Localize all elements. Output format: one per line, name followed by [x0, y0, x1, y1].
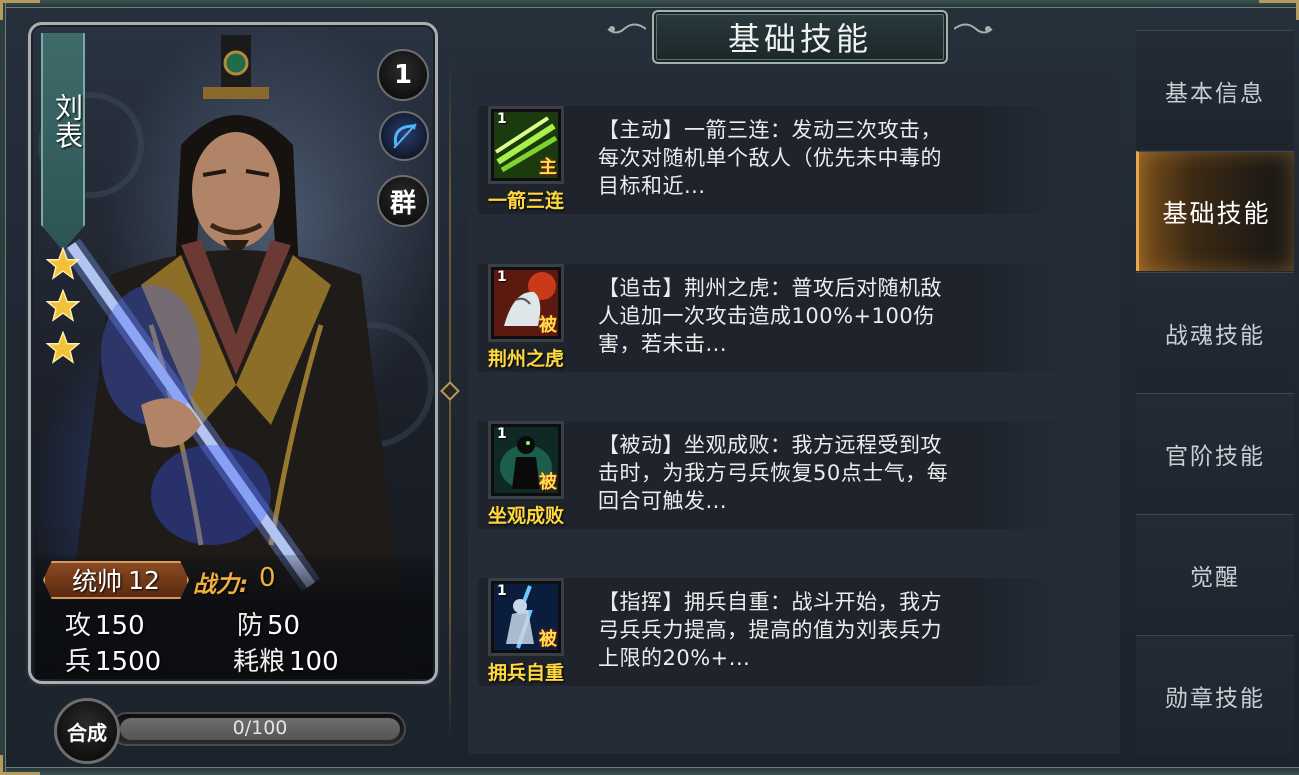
- skill-description: 【主动】一箭三连：发动三次攻击，每次对随机单个敌人（优先未中毒的目标和近...: [598, 118, 942, 198]
- tab-column: 基本信息 基础技能 战魂技能 官阶技能 觉醒 勋章技能: [1136, 30, 1294, 758]
- skill-icon-frame: 1 被: [488, 264, 564, 342]
- skill-name: 拥兵自重: [487, 662, 564, 684]
- tab-awaken[interactable]: 觉醒: [1136, 514, 1294, 634]
- corner-ornament: [0, 0, 40, 20]
- shadow-warrior-icon[interactable]: 1 被 坐观成败: [478, 421, 572, 527]
- skill-level: 1: [497, 426, 507, 442]
- section-title-plate: 基础技能: [652, 10, 948, 64]
- skill-type-tag: 被: [539, 315, 557, 336]
- stat-attack: 攻 150: [65, 611, 145, 641]
- skill-row[interactable]: 1 主 一箭三连 【主动】一箭三连：发动三次攻击，每次对随机单个敌人（优先未中毒…: [478, 106, 1070, 214]
- skills-panel: 1 主 一箭三连 【主动】一箭三连：发动三次攻击，每次对随机单个敌人（优先未中毒…: [468, 72, 1120, 754]
- bow-icon: [379, 111, 429, 161]
- star-icon: [46, 331, 80, 364]
- stat-defense: 防 50: [237, 611, 301, 641]
- skill-type-tag: 被: [539, 629, 557, 650]
- hero-level-badge: 1: [377, 49, 429, 101]
- frame-bottom-border: [0, 767, 1299, 775]
- corner-ornament: [0, 755, 40, 775]
- skill-level: 1: [497, 111, 507, 127]
- stat-food-cost: 耗粮 100: [233, 647, 339, 677]
- game-screen: { "hero": { "name": "刘表", "level": "1", …: [0, 0, 1299, 775]
- tab-basic-skills[interactable]: 基础技能: [1136, 151, 1294, 271]
- synth-button[interactable]: 合成: [54, 698, 120, 764]
- star-icon: [46, 247, 80, 280]
- skill-type-tag: 主: [539, 157, 557, 178]
- arrow-volley-icon[interactable]: 1 主 一箭三连: [478, 106, 572, 212]
- stat-troops: 兵 1500: [65, 647, 162, 677]
- skill-description: 【指挥】拥兵自重：战斗开始，我方弓兵兵力提高，提高的值为刘表兵力上限的20%+.…: [598, 590, 942, 670]
- title-left-ornament: [607, 23, 646, 34]
- power-label: 战力:: [193, 572, 249, 598]
- lightning-soldier-icon[interactable]: 1 被 拥兵自重: [478, 578, 572, 684]
- skill-type-tag: 被: [539, 472, 557, 493]
- hero-name: 刘表: [51, 93, 84, 149]
- skill-icon-frame: 1 主: [488, 106, 564, 184]
- hero-faction-badge: 群: [377, 175, 429, 227]
- white-tiger-icon[interactable]: 1 被 荆州之虎: [478, 264, 572, 370]
- hero-name-banner: 刘表: [41, 33, 85, 251]
- star-icon: [46, 289, 80, 322]
- skill-level: 1: [497, 583, 507, 599]
- divider-gem-ornament: [440, 381, 460, 401]
- tab-rank-skills[interactable]: 官阶技能: [1136, 393, 1294, 513]
- tab-war-soul-skills[interactable]: 战魂技能: [1136, 272, 1294, 392]
- skill-level: 1: [497, 269, 507, 285]
- skill-name: 坐观成败: [487, 505, 564, 527]
- rank-badge: 统帅 12: [43, 561, 189, 599]
- rank-value: 12: [128, 565, 160, 595]
- skill-row[interactable]: 1 被 坐观成败 【被动】坐观成败：我方远程受到攻击时，为我方弓兵恢复50点士气…: [478, 421, 1070, 529]
- section-title: 基础技能: [727, 20, 872, 58]
- frame-left-border: [0, 0, 6, 775]
- title-right-ornament: [954, 23, 993, 34]
- skill-name: 一箭三连: [487, 190, 564, 212]
- power-value: 0: [259, 563, 276, 593]
- corner-ornament: [1259, 0, 1299, 20]
- rank-label: 统帅: [72, 567, 123, 596]
- skill-name: 荆州之虎: [487, 348, 564, 370]
- hero-stats-panel: 统帅 12 战力: 0 攻 150 防 50 兵 1500 耗粮 100: [35, 555, 433, 679]
- synth-progress-text: 0/100: [232, 717, 288, 739]
- skill-description: 【追击】荆州之虎：普攻后对随机敌人追加一次攻击造成100%+100伤害，若未击.…: [598, 276, 942, 356]
- skill-row[interactable]: 1 被 拥兵自重 【指挥】拥兵自重：战斗开始，我方弓兵兵力提高，提高的值为刘表兵…: [478, 578, 1070, 686]
- skill-icon-frame: 1 被: [488, 421, 564, 499]
- tab-medal-skills[interactable]: 勋章技能: [1136, 635, 1294, 755]
- skill-row[interactable]: 1 被 荆州之虎 【追击】荆州之虎：普攻后对随机敌人追加一次攻击造成100%+1…: [478, 264, 1070, 372]
- skill-description: 【被动】坐观成败：我方远程受到攻击时，为我方弓兵恢复50点士气，每回合可触发..…: [598, 433, 949, 513]
- frame-top-border: [0, 0, 1299, 8]
- skill-icon-frame: 1 被: [488, 578, 564, 656]
- hero-card[interactable]: 刘表 1 群 统帅 12 战力: 0 攻 150 防 50 兵 1500 耗粮 …: [28, 22, 438, 684]
- tab-basic-info[interactable]: 基本信息: [1136, 30, 1294, 150]
